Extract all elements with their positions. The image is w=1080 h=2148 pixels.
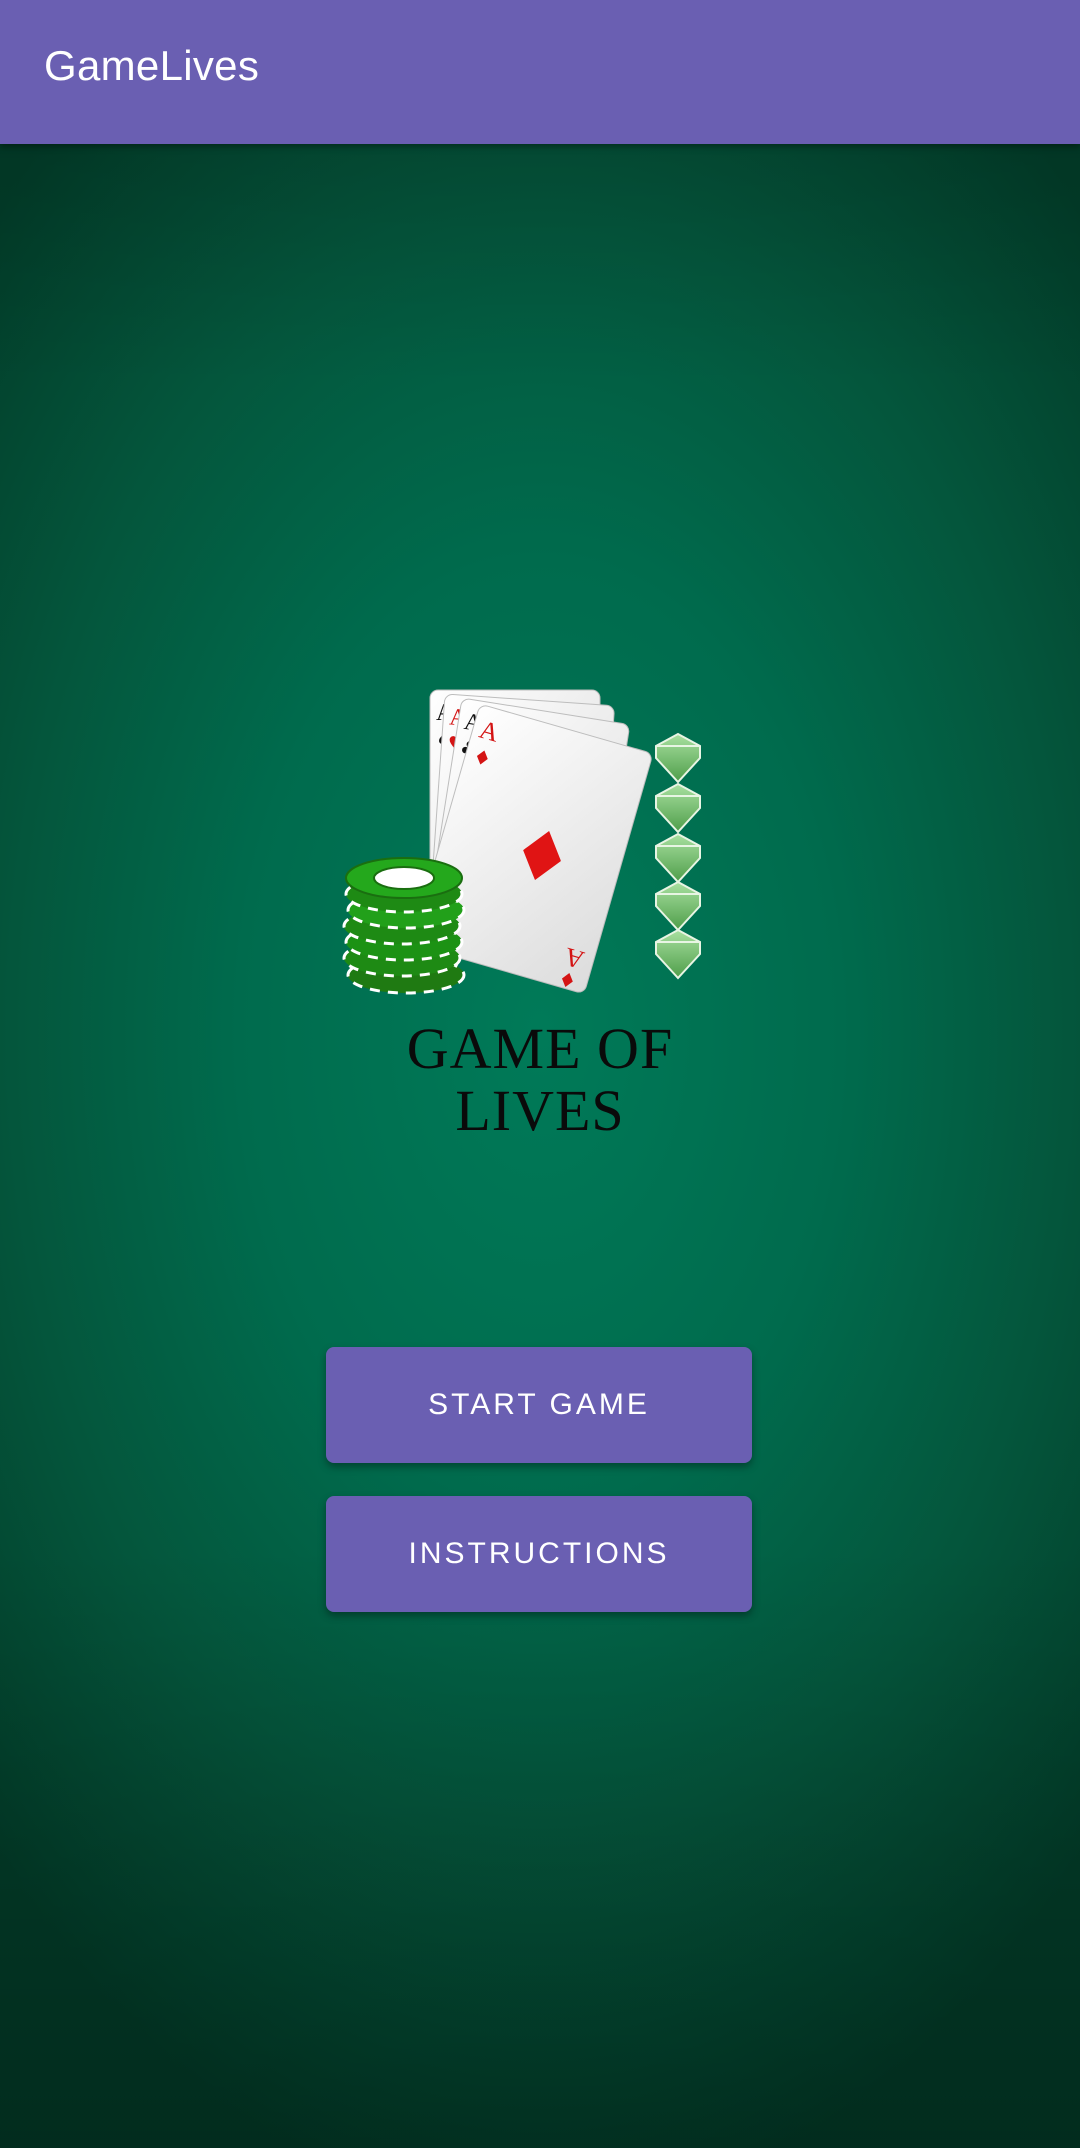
main-screen: GameLives A ♠ A ♥ A ♣ [0,0,1080,2148]
logo-title-line-2: LIVES [455,1078,625,1143]
gems-icon [655,732,701,980]
start-game-button[interactable]: START GAME [326,1347,752,1463]
poker-chips-icon [342,857,466,995]
logo-title-line-1: GAME OF [406,1016,674,1081]
logo-title: GAME OF LIVES [340,1018,740,1142]
app-bar: GameLives [0,0,1080,144]
instructions-button[interactable]: INSTRUCTIONS [326,1496,752,1612]
app-title: GameLives [44,42,260,89]
game-logo-illustration: A ♠ A ♥ A ♣ A ♦ ♦ A ♦ [342,689,701,995]
